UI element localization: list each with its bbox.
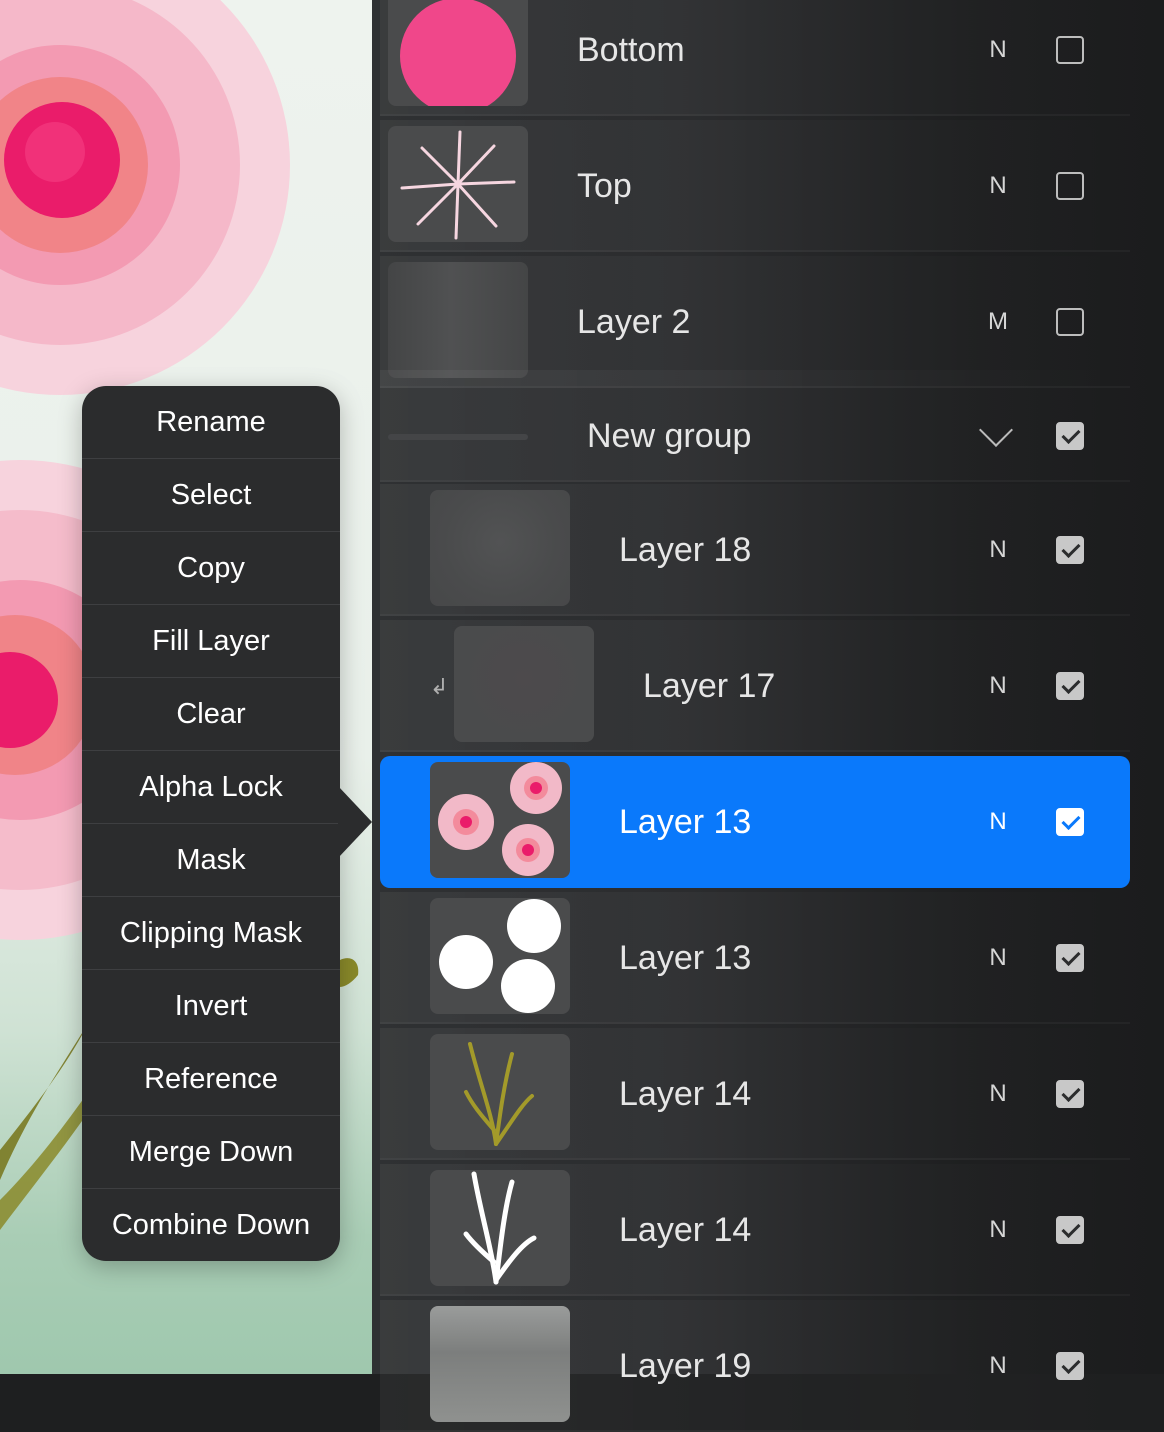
layer-row[interactable]: Layer 14 N xyxy=(380,1164,1130,1296)
visibility-checkbox[interactable] xyxy=(1056,944,1084,972)
blend-mode-button[interactable]: N xyxy=(986,484,1010,616)
menu-item-rename[interactable]: Rename xyxy=(82,386,340,459)
group-name: New group xyxy=(587,417,752,455)
layer-thumbnail[interactable] xyxy=(430,490,570,606)
menu-item-reference[interactable]: Reference xyxy=(82,1043,340,1116)
chevron-down-icon[interactable] xyxy=(979,413,1013,447)
menu-item-merge-down[interactable]: Merge Down xyxy=(82,1116,340,1189)
group-thumbnail xyxy=(388,434,528,440)
layer-row[interactable]: ↲ Layer 17 N xyxy=(380,620,1130,752)
blend-mode-button[interactable]: N xyxy=(986,756,1010,888)
group-row[interactable]: New group xyxy=(380,370,1130,482)
visibility-checkbox[interactable] xyxy=(1056,1352,1084,1380)
layer-name: Layer 13 xyxy=(619,939,752,977)
visibility-checkbox[interactable] xyxy=(1056,1080,1084,1108)
layer-thumbnail[interactable] xyxy=(430,898,570,1014)
layer-name: Bottom xyxy=(577,31,685,69)
layer-row[interactable]: Top N xyxy=(380,120,1130,252)
blend-mode-button[interactable]: N xyxy=(986,1028,1010,1160)
visibility-checkbox[interactable] xyxy=(1056,308,1084,336)
layer-name: Layer 14 xyxy=(619,1211,752,1249)
layer-thumbnail[interactable] xyxy=(430,1034,570,1150)
layer-options-menu: Rename Select Copy Fill Layer Clear Alph… xyxy=(82,386,340,1261)
layer-name: Layer 18 xyxy=(619,531,752,569)
blend-mode-button[interactable]: N xyxy=(986,620,1010,752)
layer-name: Layer 17 xyxy=(643,667,776,705)
menu-item-combine-down[interactable]: Combine Down xyxy=(82,1189,340,1261)
blend-mode-button[interactable]: N xyxy=(986,1164,1010,1296)
layer-thumbnail[interactable] xyxy=(430,762,570,878)
menu-pointer-arrow xyxy=(338,786,372,858)
layer-name: Layer 13 xyxy=(619,803,752,841)
blend-mode-button[interactable]: M xyxy=(986,256,1010,388)
visibility-checkbox[interactable] xyxy=(1056,536,1084,564)
visibility-checkbox[interactable] xyxy=(1056,672,1084,700)
visibility-checkbox[interactable] xyxy=(1056,422,1084,450)
layer-thumbnail[interactable] xyxy=(430,1170,570,1286)
layer-row[interactable]: Layer 2 M xyxy=(380,256,1130,388)
visibility-checkbox[interactable] xyxy=(1056,172,1084,200)
menu-item-copy[interactable]: Copy xyxy=(82,532,340,605)
menu-item-clipping-mask[interactable]: Clipping Mask xyxy=(82,897,340,970)
blend-mode-button[interactable]: N xyxy=(986,892,1010,1024)
blend-mode-button[interactable]: N xyxy=(986,0,1010,116)
menu-item-fill-layer[interactable]: Fill Layer xyxy=(82,605,340,678)
clipping-arrow-icon: ↲ xyxy=(430,674,449,699)
menu-item-select[interactable]: Select xyxy=(82,459,340,532)
layer-name: Layer 2 xyxy=(577,303,691,341)
visibility-checkbox[interactable] xyxy=(1056,808,1084,836)
layer-name: Layer 14 xyxy=(619,1075,752,1113)
visibility-checkbox[interactable] xyxy=(1056,36,1084,64)
menu-item-clear[interactable]: Clear xyxy=(82,678,340,751)
layer-row-selected[interactable]: Layer 13 N xyxy=(380,756,1130,888)
layer-thumbnail[interactable] xyxy=(388,0,528,106)
menu-item-mask[interactable]: Mask xyxy=(82,824,340,897)
layers-panel: Bottom N Top N Layer 2 M New group Layer xyxy=(372,0,1164,1432)
menu-item-alpha-lock[interactable]: Alpha Lock xyxy=(82,751,340,824)
layer-thumbnail[interactable] xyxy=(430,1306,570,1422)
layer-row[interactable]: Layer 19 N xyxy=(380,1300,1130,1432)
layer-row[interactable]: Bottom N xyxy=(380,0,1130,116)
layer-name: Top xyxy=(577,167,632,205)
menu-item-invert[interactable]: Invert xyxy=(82,970,340,1043)
layer-thumbnail[interactable] xyxy=(388,262,528,378)
layer-row[interactable]: Layer 14 N xyxy=(380,1028,1130,1160)
blend-mode-button[interactable]: N xyxy=(986,1300,1010,1432)
blend-mode-button[interactable]: N xyxy=(986,120,1010,252)
layer-name: Layer 19 xyxy=(619,1347,752,1385)
layer-row[interactable]: Layer 18 N xyxy=(380,484,1130,616)
layer-thumbnail[interactable] xyxy=(454,626,594,742)
layer-thumbnail[interactable] xyxy=(388,126,528,242)
visibility-checkbox[interactable] xyxy=(1056,1216,1084,1244)
layer-row[interactable]: Layer 13 N xyxy=(380,892,1130,1024)
